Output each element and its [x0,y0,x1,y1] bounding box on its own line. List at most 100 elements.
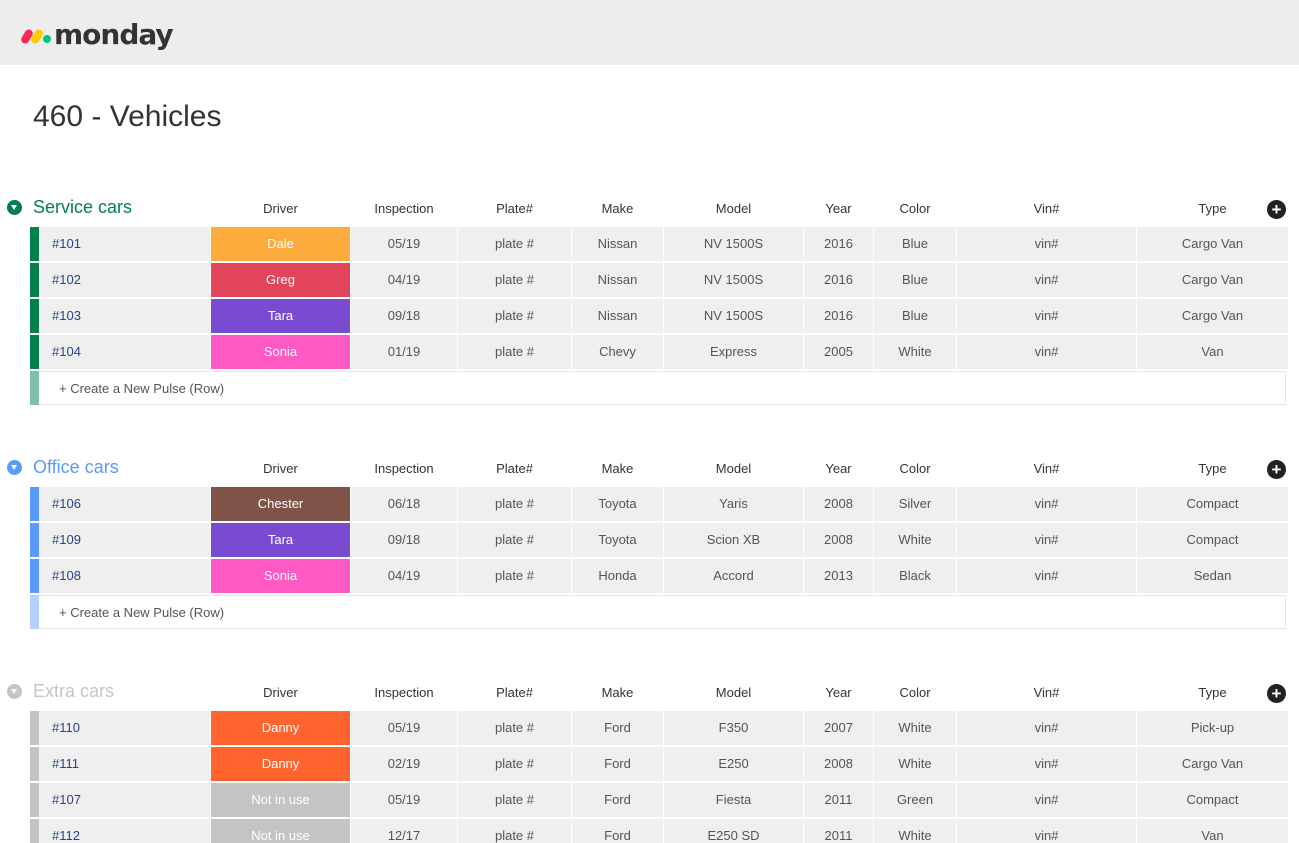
column-header-driver[interactable]: Driver [211,201,350,216]
cell-color[interactable]: White [874,523,956,557]
table-row[interactable]: #106 Chester 06/18 plate # Toyota Yaris 2008 Si… [30,487,1299,521]
table-row[interactable]: #112 Not in use 12/17 plate # Ford E250 SD 201… [30,819,1299,843]
cell-make[interactable]: Toyota [572,523,663,557]
cell-model[interactable]: Accord [664,559,803,593]
table-row[interactable]: #101 Dale 05/19 plate # Nissan NV 1500S 2016 Bl… [30,227,1299,261]
cell-plate[interactable]: plate # [458,335,571,369]
pulse-name[interactable]: #110 [39,711,210,745]
cell-year[interactable]: 2007 [804,711,873,745]
column-header-vin[interactable]: Vin# [957,201,1136,216]
cell-make[interactable]: Toyota [572,487,663,521]
column-header-driver[interactable]: Driver [211,685,350,700]
column-header-model[interactable]: Model [664,201,803,216]
column-header-type[interactable]: Type [1137,201,1288,216]
cell-plate[interactable]: plate # [458,487,571,521]
cell-vin[interactable]: vin# [957,487,1136,521]
pulse-name[interactable]: #101 [39,227,210,261]
pulse-name[interactable]: #106 [39,487,210,521]
column-header-year[interactable]: Year [804,461,873,476]
cell-inspection[interactable]: 09/18 [351,299,457,333]
column-header-color[interactable]: Color [874,461,956,476]
cell-model[interactable]: Yaris [664,487,803,521]
table-row[interactable]: #110 Danny 05/19 plate # Ford F350 2007 White vi… [30,711,1299,745]
collapse-group-icon[interactable] [7,460,22,475]
cell-year[interactable]: 2005 [804,335,873,369]
cell-year[interactable]: 2016 [804,299,873,333]
pulse-name[interactable]: #112 [39,819,210,843]
create-new-pulse-row[interactable]: + Create a New Pulse (Row) [30,595,1286,629]
cell-make[interactable]: Ford [572,711,663,745]
column-header-make[interactable]: Make [572,201,663,216]
cell-driver[interactable]: Tara [211,299,350,333]
cell-inspection[interactable]: 01/19 [351,335,457,369]
column-header-vin[interactable]: Vin# [957,461,1136,476]
table-row[interactable]: #107 Not in use 05/19 plate # Ford Fiesta 2011… [30,783,1299,817]
cell-plate[interactable]: plate # [458,783,571,817]
cell-make[interactable]: Ford [572,819,663,843]
pulse-name[interactable]: #109 [39,523,210,557]
cell-inspection[interactable]: 04/19 [351,559,457,593]
cell-driver[interactable]: Sonia [211,335,350,369]
cell-vin[interactable]: vin# [957,523,1136,557]
cell-plate[interactable]: plate # [458,819,571,843]
cell-inspection[interactable]: 05/19 [351,227,457,261]
cell-make[interactable]: Ford [572,747,663,781]
column-header-driver[interactable]: Driver [211,461,350,476]
cell-color[interactable]: Blue [874,299,956,333]
cell-plate[interactable]: plate # [458,559,571,593]
collapse-group-icon[interactable] [7,684,22,699]
cell-year[interactable]: 2008 [804,487,873,521]
cell-make[interactable]: Chevy [572,335,663,369]
cell-model[interactable]: NV 1500S [664,299,803,333]
pulse-name[interactable]: #108 [39,559,210,593]
cell-color[interactable]: Blue [874,263,956,297]
cell-vin[interactable]: vin# [957,263,1136,297]
cell-vin[interactable]: vin# [957,747,1136,781]
cell-vin[interactable]: vin# [957,783,1136,817]
column-header-make[interactable]: Make [572,461,663,476]
column-header-inspection[interactable]: Inspection [351,685,457,700]
cell-year[interactable]: 2016 [804,227,873,261]
column-header-type[interactable]: Type [1137,685,1288,700]
cell-year[interactable]: 2008 [804,747,873,781]
cell-make[interactable]: Ford [572,783,663,817]
cell-driver[interactable]: Danny [211,747,350,781]
cell-year[interactable]: 2011 [804,819,873,843]
cell-year[interactable]: 2016 [804,263,873,297]
cell-vin[interactable]: vin# [957,819,1136,843]
cell-vin[interactable]: vin# [957,299,1136,333]
column-header-year[interactable]: Year [804,685,873,700]
cell-inspection[interactable]: 02/19 [351,747,457,781]
cell-inspection[interactable]: 12/17 [351,819,457,843]
cell-color[interactable]: Green [874,783,956,817]
pulse-name[interactable]: #103 [39,299,210,333]
add-column-icon[interactable]: + [1267,684,1286,703]
collapse-group-icon[interactable] [7,200,22,215]
column-header-plate[interactable]: Plate# [458,201,571,216]
column-header-plate[interactable]: Plate# [458,461,571,476]
cell-driver[interactable]: Dale [211,227,350,261]
cell-color[interactable]: White [874,335,956,369]
column-header-make[interactable]: Make [572,685,663,700]
cell-model[interactable]: Scion XB [664,523,803,557]
cell-year[interactable]: 2008 [804,523,873,557]
add-column-icon[interactable]: + [1267,460,1286,479]
cell-plate[interactable]: plate # [458,263,571,297]
cell-make[interactable]: Nissan [572,263,663,297]
pulse-name[interactable]: #102 [39,263,210,297]
cell-make[interactable]: Honda [572,559,663,593]
cell-vin[interactable]: vin# [957,559,1136,593]
cell-plate[interactable]: plate # [458,299,571,333]
cell-driver[interactable]: Tara [211,523,350,557]
cell-driver[interactable]: Chester [211,487,350,521]
cell-plate[interactable]: plate # [458,523,571,557]
group-name[interactable]: Extra cars [33,681,114,702]
create-new-pulse-row[interactable]: + Create a New Pulse (Row) [30,371,1286,405]
cell-driver[interactable]: Not in use [211,783,350,817]
cell-year[interactable]: 2013 [804,559,873,593]
column-header-model[interactable]: Model [664,461,803,476]
create-new-pulse-label[interactable]: + Create a New Pulse (Row) [59,372,224,405]
cell-year[interactable]: 2011 [804,783,873,817]
cell-inspection[interactable]: 05/19 [351,783,457,817]
cell-model[interactable]: E250 SD [664,819,803,843]
